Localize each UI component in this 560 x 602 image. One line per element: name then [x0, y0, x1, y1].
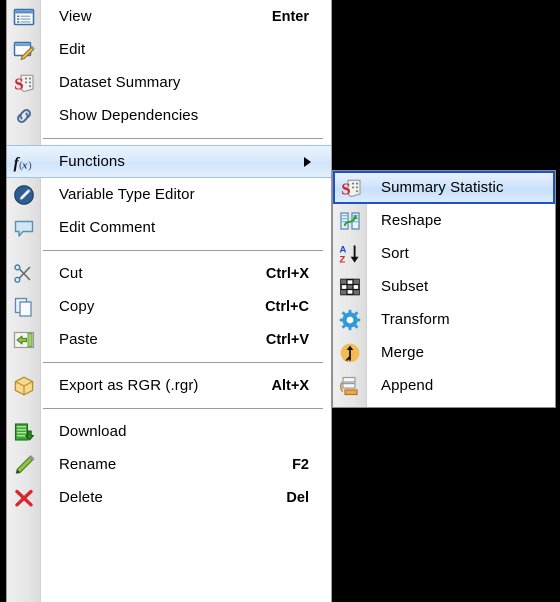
submenu-item-label: Merge	[381, 344, 425, 361]
summary-s-dice-icon: S	[7, 66, 41, 99]
submenu-item-merge[interactable]: Merge	[333, 336, 555, 369]
menu-item-edit[interactable]: Edit	[7, 33, 331, 66]
view-list-icon	[7, 0, 41, 33]
menu-item-functions[interactable]: f(x) Functions	[7, 145, 331, 178]
menu-separator	[7, 132, 331, 145]
edit-pencil-window-icon	[7, 33, 41, 66]
submenu-item-sort[interactable]: A Z Sort	[333, 237, 555, 270]
menu-item-paste[interactable]: Paste Ctrl+V	[7, 323, 331, 356]
red-x-icon	[7, 481, 41, 514]
subset-grid-icon	[333, 270, 367, 303]
svg-text:x: x	[21, 159, 28, 171]
submenu-item-append[interactable]: Append	[333, 369, 555, 402]
submenu-item-subset[interactable]: Subset	[333, 270, 555, 303]
screen: View Enter Edit S Dataset Summary Show Depend…	[0, 0, 560, 602]
paste-arrow-icon	[7, 323, 41, 356]
menu-item-shortcut: Enter	[271, 8, 309, 25]
menu-item-label: Paste	[59, 331, 98, 348]
dataset-context-menu[interactable]: View Enter Edit S Dataset Summary Show Depend…	[6, 0, 332, 602]
menu-item-edit-comment[interactable]: Edit Comment	[7, 211, 331, 244]
menu-item-show-dependencies[interactable]: Show Dependencies	[7, 99, 331, 132]
submenu-item-reshape[interactable]: Reshape	[333, 204, 555, 237]
blue-circle-pencil-icon	[7, 178, 41, 211]
menu-item-list: View Enter Edit S Dataset Summary Show Depend…	[7, 0, 331, 514]
sort-az-icon: AZ	[333, 237, 367, 270]
menu-item-label: Copy	[59, 298, 95, 315]
svg-text:S: S	[341, 179, 350, 198]
green-pencil-icon	[7, 448, 41, 481]
menu-item-label: Edit Comment	[59, 219, 156, 236]
menu-item-cut[interactable]: Cut Ctrl+X	[7, 257, 331, 290]
submenu-item-label: Reshape	[381, 212, 442, 229]
summary-s-dice-icon: S	[335, 171, 367, 204]
submenu-item-label: Sort	[381, 245, 409, 262]
submenu-item-summary-statistic[interactable]: S Summary Statistic	[333, 171, 555, 204]
menu-item-label: View	[59, 8, 92, 25]
menu-item-label: Variable Type Editor	[59, 186, 195, 203]
svg-text:): )	[28, 159, 32, 171]
menu-item-shortcut: Del	[286, 489, 309, 506]
menu-item-label: Edit	[59, 41, 86, 58]
merge-arrow-icon	[333, 336, 367, 369]
submenu-arrow-icon	[304, 156, 311, 167]
gold-box-icon	[7, 369, 41, 402]
menu-item-rename[interactable]: Rename F2	[7, 448, 331, 481]
menu-item-label: Dataset Summary	[59, 74, 181, 91]
svg-text:Z: Z	[340, 254, 346, 264]
submenu-item-transform[interactable]: Transform	[333, 303, 555, 336]
speech-bubble-icon	[7, 211, 41, 244]
menu-item-label: Functions	[59, 153, 125, 170]
menu-item-shortcut: Ctrl+C	[265, 298, 309, 315]
fx-function-icon: f(x)	[7, 145, 41, 178]
reshape-arrow-icon	[333, 204, 367, 237]
copy-pages-icon	[7, 290, 41, 323]
scissors-icon	[7, 257, 41, 290]
submenu-item-list: S Summary Statistic Reshape A Z Sort Subset Tra…	[333, 171, 555, 402]
menu-item-label: Delete	[59, 489, 103, 506]
menu-separator	[7, 402, 331, 415]
svg-text:S: S	[14, 74, 23, 93]
submenu-item-label: Summary Statistic	[381, 179, 504, 196]
submenu-item-label: Append	[381, 377, 434, 394]
menu-item-shortcut: Ctrl+V	[265, 331, 309, 348]
menu-item-view[interactable]: View Enter	[7, 0, 331, 33]
functions-submenu[interactable]: S Summary Statistic Reshape A Z Sort Subset Tra…	[332, 170, 556, 408]
menu-item-delete[interactable]: Delete Del	[7, 481, 331, 514]
submenu-item-label: Subset	[381, 278, 429, 295]
menu-item-download[interactable]: Download	[7, 415, 331, 448]
transform-gear-icon	[333, 303, 367, 336]
menu-item-shortcut: Alt+X	[271, 377, 309, 394]
green-download-icon	[7, 415, 41, 448]
menu-item-label: Cut	[59, 265, 83, 282]
menu-item-label: Show Dependencies	[59, 107, 199, 124]
submenu-item-label: Transform	[381, 311, 450, 328]
menu-item-label: Rename	[59, 456, 117, 473]
menu-item-shortcut: F2	[292, 456, 309, 473]
menu-item-copy[interactable]: Copy Ctrl+C	[7, 290, 331, 323]
menu-item-label: Download	[59, 423, 127, 440]
menu-item-dataset-summary[interactable]: S Dataset Summary	[7, 66, 331, 99]
append-stack-icon	[333, 369, 367, 402]
menu-item-shortcut: Ctrl+X	[265, 265, 309, 282]
menu-separator	[7, 356, 331, 369]
menu-separator	[7, 244, 331, 257]
menu-item-variable-type-editor[interactable]: Variable Type Editor	[7, 178, 331, 211]
chain-link-icon	[7, 99, 41, 132]
menu-item-label: Export as RGR (.rgr)	[59, 377, 199, 394]
menu-item-export-as-rgr-rgr[interactable]: Export as RGR (.rgr) Alt+X	[7, 369, 331, 402]
